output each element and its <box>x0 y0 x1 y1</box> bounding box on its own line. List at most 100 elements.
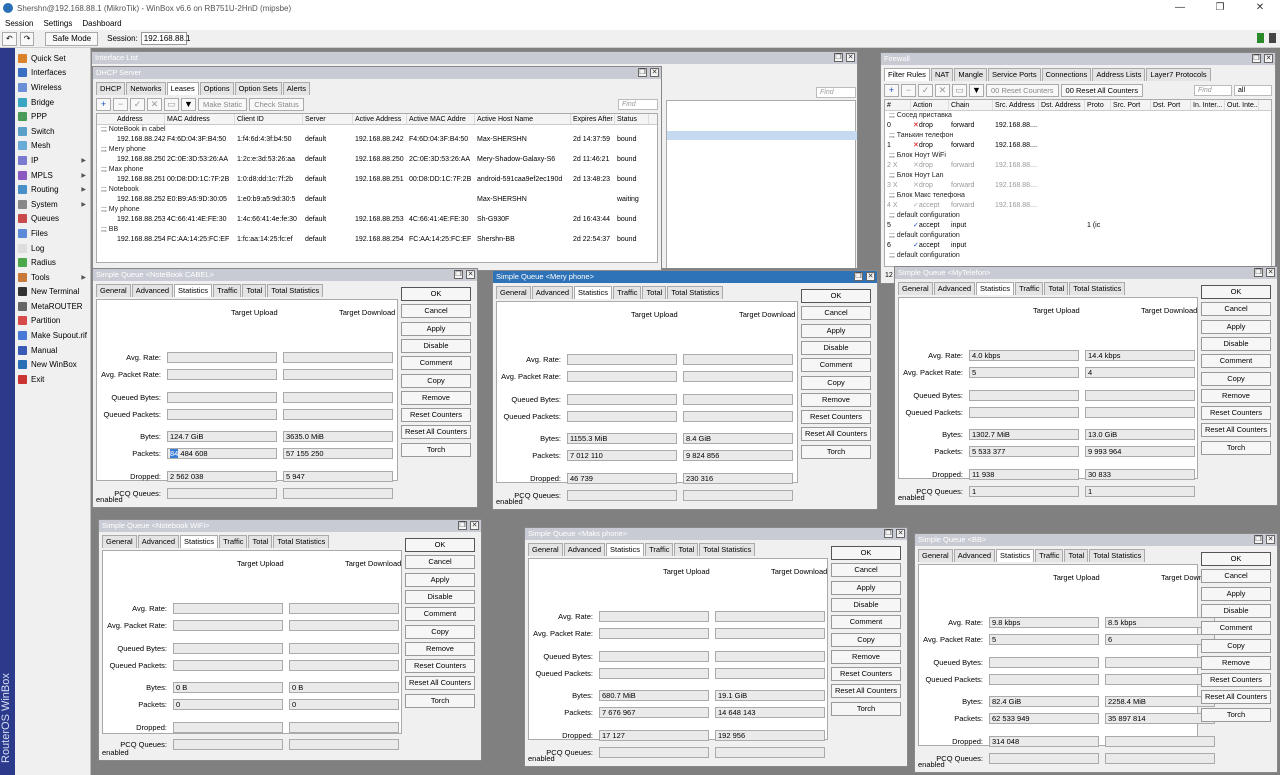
tab-networks[interactable]: Networks <box>126 82 166 95</box>
filter-icon[interactable]: ▼ <box>181 97 196 111</box>
filter-icon[interactable]: ▼ <box>969 83 984 97</box>
restore-icon[interactable]: ❐ <box>1252 54 1261 63</box>
apply-button[interactable]: Apply <box>1201 586 1271 601</box>
sidebar-item-radius[interactable]: Radius <box>15 255 90 270</box>
sidebar-item-switch[interactable]: Switch <box>15 124 90 139</box>
reset-counters-button[interactable]: Reset Counters <box>1201 406 1271 421</box>
table-row[interactable]: 192.168.88.253 4C:66:41:4E:FE:30 1:4c:66:4… <box>97 215 657 225</box>
close-button[interactable]: ✕ <box>1240 0 1280 16</box>
comment-button[interactable]: Comment <box>405 607 475 622</box>
tab-general[interactable]: General <box>898 282 933 295</box>
add-button[interactable]: + <box>96 97 111 111</box>
restore-icon[interactable]: ❐ <box>884 529 893 538</box>
restore-icon[interactable]: ❐ <box>458 521 467 530</box>
ok-button[interactable]: OK <box>405 538 475 552</box>
column-header[interactable]: Action <box>911 100 949 110</box>
torch-button[interactable]: Torch <box>405 693 475 708</box>
tab-statistics[interactable]: Statistics <box>574 286 613 299</box>
dhcp-find-input[interactable]: Find <box>618 98 658 110</box>
column-header[interactable]: Chain <box>949 100 993 110</box>
column-header[interactable]: Dst. Port <box>1151 100 1191 110</box>
comment-button[interactable]: Comment <box>801 358 871 373</box>
tab-mangle[interactable]: Mangle <box>954 68 987 81</box>
sidebar-item-mesh[interactable]: Mesh <box>15 139 90 154</box>
tab-dhcp[interactable]: DHCP <box>96 82 126 95</box>
sidebar-item-mpls[interactable]: MPLS ▶ <box>15 168 90 183</box>
comment-icon[interactable]: ▭ <box>952 83 967 97</box>
remove-button[interactable]: − <box>901 83 916 97</box>
close-icon[interactable]: ✕ <box>1266 535 1275 544</box>
table-row[interactable]: 2 X ✕drop forward 192.168.88.... <box>885 161 1271 171</box>
tab-total[interactable]: Total <box>1064 549 1089 562</box>
disable-button[interactable]: Disable <box>405 589 475 604</box>
tab-advanced[interactable]: Advanced <box>953 549 996 562</box>
ok-button[interactable]: OK <box>831 546 901 560</box>
tab-alerts[interactable]: Alerts <box>282 82 310 95</box>
column-header[interactable]: Active MAC Addre <box>407 114 475 124</box>
tab-total[interactable]: Total <box>1044 282 1069 295</box>
table-row[interactable]: 6 ✓accept input <box>885 241 1271 251</box>
tab-leases[interactable]: Leases <box>166 82 199 95</box>
tab-total-statistics[interactable]: Total Statistics <box>1069 282 1126 295</box>
tab-address-lists[interactable]: Address Lists <box>1092 68 1146 81</box>
copy-button[interactable]: Copy <box>801 375 871 390</box>
sidebar-item-partition[interactable]: Partition <box>15 314 90 329</box>
tab-general[interactable]: General <box>96 284 131 297</box>
close-icon[interactable]: ✕ <box>466 270 475 279</box>
tab-total-statistics[interactable]: Total Statistics <box>667 286 724 299</box>
enable-icon[interactable]: ✓ <box>918 83 933 97</box>
tab-general[interactable]: General <box>102 535 137 548</box>
comment-button[interactable]: Comment <box>831 615 901 630</box>
column-header[interactable]: Dst. Address <box>1039 100 1085 110</box>
apply-button[interactable]: Apply <box>1201 319 1271 334</box>
table-row[interactable]: 5 ✓accept input 1 (ic <box>885 221 1271 231</box>
firewall-all-select[interactable]: all <box>1234 84 1272 96</box>
sidebar-item-ppp[interactable]: PPP <box>15 109 90 124</box>
column-header[interactable]: Active Address <box>353 114 407 124</box>
menu-dashboard[interactable]: Dashboard <box>77 19 126 28</box>
ok-button[interactable]: OK <box>1201 552 1271 566</box>
sidebar-item-system[interactable]: System ▶ <box>15 197 90 212</box>
sidebar-item-manual[interactable]: Manual <box>15 343 90 358</box>
copy-button[interactable]: Copy <box>405 624 475 639</box>
sidebar-item-quick-set[interactable]: Quick Set <box>15 51 90 66</box>
close-icon[interactable]: ✕ <box>470 521 479 530</box>
close-icon[interactable]: ✕ <box>896 529 905 538</box>
column-header[interactable]: Out. Inte... <box>1225 100 1259 110</box>
disable-button[interactable]: Disable <box>401 338 471 353</box>
tab-advanced[interactable]: Advanced <box>563 543 606 556</box>
selected-row[interactable] <box>667 131 857 140</box>
sidebar-item-log[interactable]: Log <box>15 241 90 256</box>
tab-total[interactable]: Total <box>248 535 273 548</box>
add-button[interactable]: + <box>884 83 899 97</box>
disable-button[interactable]: Disable <box>1201 603 1271 618</box>
table-row[interactable]: 192.168.88.251 00:D8:DD:1C:7F:2B 1:0:d8:dd… <box>97 175 657 185</box>
table-row[interactable]: 1 ✕drop forward 192.168.88.... <box>885 141 1271 151</box>
firewall-find-input[interactable]: Find <box>1194 84 1232 96</box>
close-icon[interactable]: ✕ <box>1266 268 1275 277</box>
close-icon[interactable]: ✕ <box>1264 54 1273 63</box>
tab-general[interactable]: General <box>918 549 953 562</box>
tab-traffic[interactable]: Traffic <box>1015 282 1044 295</box>
sidebar-item-tools[interactable]: Tools ▶ <box>15 270 90 285</box>
table-row[interactable]: 192.168.88.242 F4:6D:04:3F:B4:50 1:f4:6d:4… <box>97 135 657 145</box>
tab-traffic[interactable]: Traffic <box>1035 549 1064 562</box>
tab-layer7-protocols[interactable]: Layer7 Protocols <box>1146 68 1211 81</box>
reset-all-counters-button[interactable]: Reset All Counters <box>405 676 475 691</box>
column-header[interactable]: In. Inter... <box>1191 100 1225 110</box>
comment-button[interactable]: Comment <box>1201 354 1271 369</box>
tab-advanced[interactable]: Advanced <box>933 282 976 295</box>
cancel-button[interactable]: Cancel <box>401 304 471 319</box>
tab-general[interactable]: General <box>528 543 563 556</box>
copy-button[interactable]: Copy <box>1201 638 1271 653</box>
torch-button[interactable]: Torch <box>831 701 901 716</box>
reset-all-counters-button[interactable]: Reset All Counters <box>1201 690 1271 705</box>
column-header[interactable]: Proto <box>1085 100 1111 110</box>
check-status-button[interactable]: Check Status <box>249 97 304 111</box>
sidebar-item-files[interactable]: Files <box>15 226 90 241</box>
table-row[interactable]: 3 X ✕drop forward 192.168.88.... <box>885 181 1271 191</box>
tab-traffic[interactable]: Traffic <box>645 543 674 556</box>
tab-total[interactable]: Total <box>642 286 667 299</box>
ok-button[interactable]: OK <box>801 289 871 303</box>
apply-button[interactable]: Apply <box>831 580 901 595</box>
